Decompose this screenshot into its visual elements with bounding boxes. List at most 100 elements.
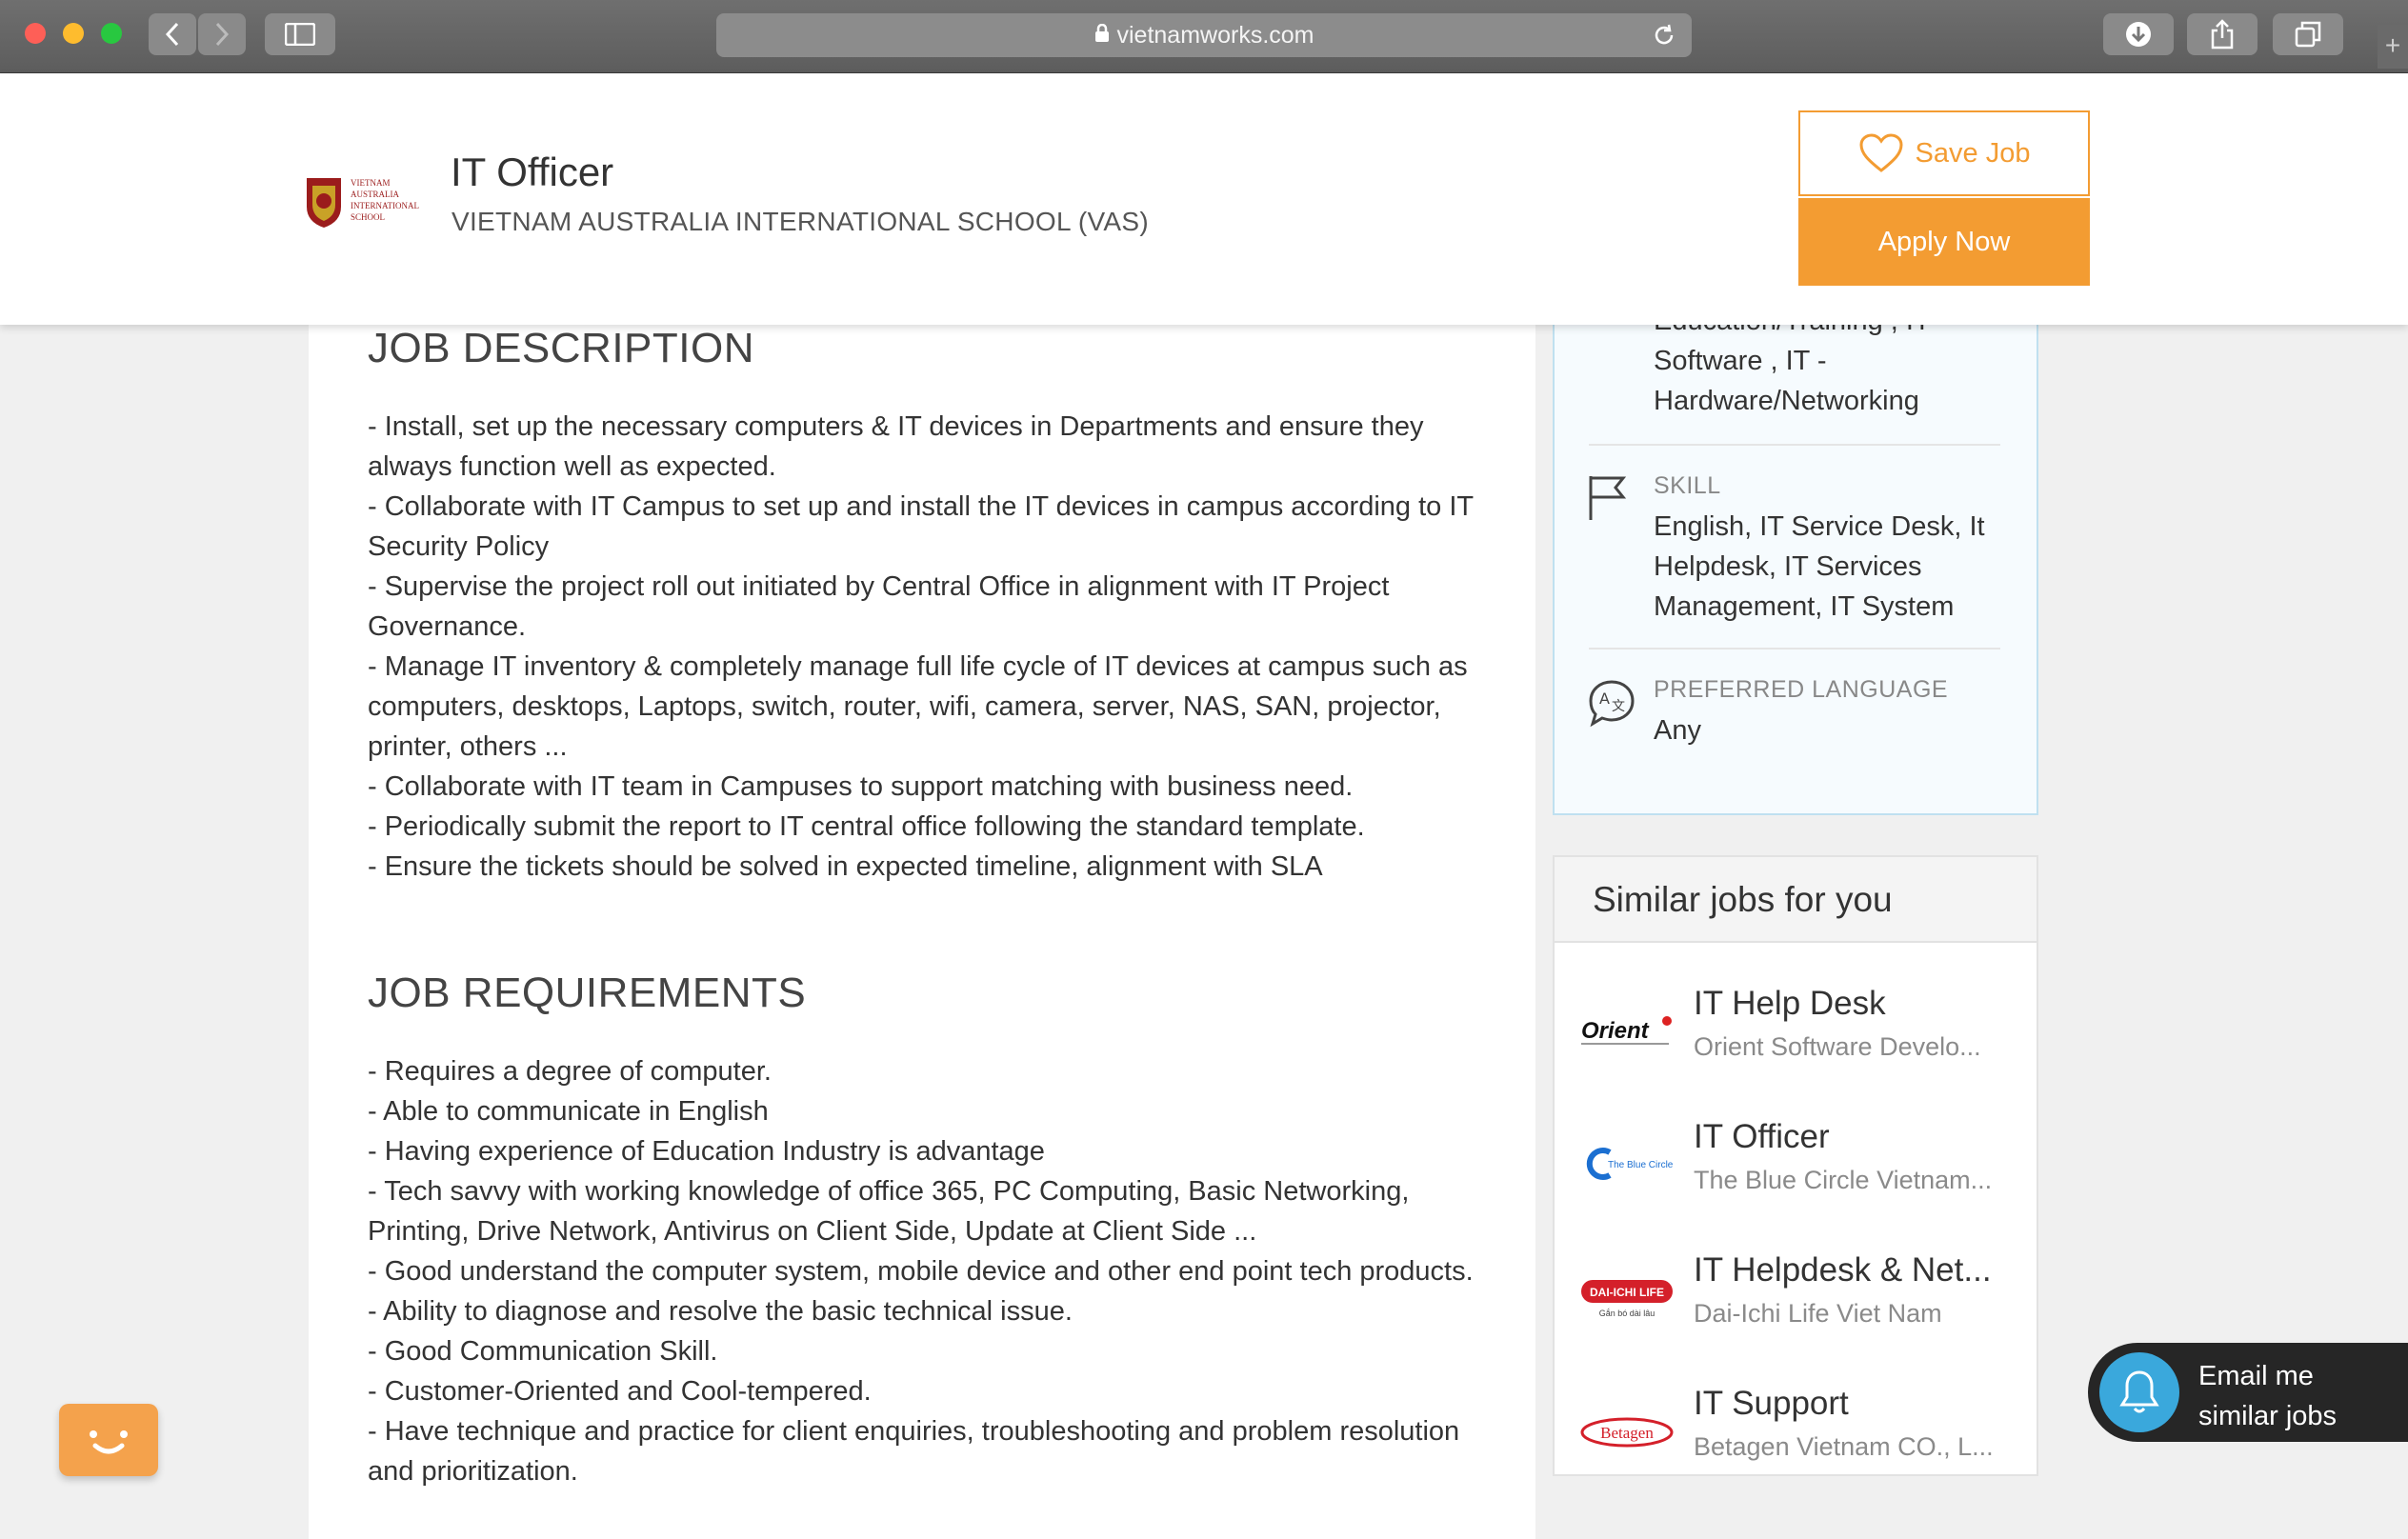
description-line: - Supervise the project roll out initiat… <box>368 571 1390 642</box>
similar-job-item[interactable]: DAI-ICHI LIFE Gắn bó dài lâu IT Helpdesk… <box>1555 1240 2037 1354</box>
share-icon <box>2211 19 2234 50</box>
new-tab-button[interactable]: + <box>2378 25 2408 69</box>
job-requirements-title: JOB REQUIREMENTS <box>368 969 807 1016</box>
job-description-title: JOB DESCRIPTION <box>368 325 754 371</box>
smiley-face-icon <box>90 1430 128 1454</box>
company-logo[interactable]: VIETNAM AUSTRALIA INTERNATIONAL SCHOOL <box>303 172 438 230</box>
svg-text:SCHOOL: SCHOOL <box>351 212 385 222</box>
fullscreen-window-button[interactable] <box>101 23 122 44</box>
description-line: - Ensure the tickets should be solved in… <box>368 851 1323 882</box>
svg-text:AUSTRALIA: AUSTRALIA <box>351 190 399 199</box>
requirement-line: - Good understand the computer system, m… <box>368 1256 1474 1287</box>
job-description-list: - Install, set up the necessary computer… <box>368 407 1492 887</box>
blue-circle-logo: The Blue Circle <box>1586 1148 1674 1180</box>
similar-job-title[interactable]: IT Officer <box>1694 1118 1830 1156</box>
svg-text:VIETNAM: VIETNAM <box>351 178 391 188</box>
sidebar-toggle-button[interactable] <box>265 13 335 55</box>
chevron-right-icon <box>215 22 230 47</box>
chevron-left-icon <box>165 22 179 47</box>
description-line: - Periodically submit the report to IT c… <box>368 811 1365 842</box>
betagen-logo: Betagen <box>1580 1417 1674 1448</box>
heart-icon <box>1859 133 1903 172</box>
tabs-icon <box>2295 21 2321 48</box>
tabs-overview-button[interactable] <box>2273 13 2343 55</box>
apply-now-button[interactable]: Apply Now <box>1798 198 2090 286</box>
job-header: VIETNAM AUSTRALIA INTERNATIONAL SCHOOL I… <box>0 73 2408 325</box>
requirement-line: - Have technique and practice for client… <box>368 1416 1460 1487</box>
industry-value-line: Software , IT - <box>1654 346 1827 376</box>
address-bar[interactable]: vietnamworks.com <box>716 13 1692 57</box>
similar-job-item[interactable]: Orient IT Help Desk Orient Software Deve… <box>1555 973 2037 1088</box>
requirement-line: - Ability to diagnose and resolve the ba… <box>368 1296 1073 1327</box>
similar-job-item[interactable]: The Blue Circle IT Officer The Blue Circ… <box>1555 1107 2037 1221</box>
similar-job-company: Betagen Vietnam CO., L... <box>1694 1432 1994 1461</box>
requirement-line: - Customer-Oriented and Cool-tempered. <box>368 1376 872 1407</box>
email-me-line: similar jobs <box>2198 1401 2338 1431</box>
description-line: - Install, set up the necessary computer… <box>368 411 1424 482</box>
description-line: - Manage IT inventory & completely manag… <box>368 651 1468 762</box>
forward-button[interactable] <box>198 13 246 55</box>
company-name[interactable]: VIETNAM AUSTRALIA INTERNATIONAL SCHOOL (… <box>452 207 1149 237</box>
similar-jobs-panel: Similar jobs for you Orient IT Help Desk… <box>1553 855 2038 1476</box>
divider <box>1589 648 2000 650</box>
similar-job-company: The Blue Circle Vietnam... <box>1694 1166 1993 1194</box>
similar-job-title[interactable]: IT Helpdesk & Net... <box>1694 1251 1992 1289</box>
download-icon <box>2126 22 2151 47</box>
similar-jobs-title: Similar jobs for you <box>1555 857 2037 943</box>
divider <box>1589 444 2000 446</box>
close-window-button[interactable] <box>25 23 46 44</box>
job-info-card: Education/Training , IT Software , IT - … <box>1553 276 2038 815</box>
svg-text:Orient: Orient <box>1581 1018 1650 1044</box>
preferred-language-label: PREFERRED LANGUAGE <box>1654 676 1949 703</box>
similar-job-company: Orient Software Develo... <box>1694 1032 1981 1061</box>
dai-ichi-life-logo: DAI-ICHI LIFE Gắn bó dài lâu <box>1581 1280 1673 1318</box>
back-button[interactable] <box>149 13 196 55</box>
description-line: - Collaborate with IT Campus to set up a… <box>368 491 1474 562</box>
bell-icon <box>2099 1352 2179 1432</box>
svg-text:Gắn bó dài lâu: Gắn bó dài lâu <box>1599 1309 1656 1318</box>
svg-text:The Blue Circle: The Blue Circle <box>1608 1160 1674 1170</box>
minimize-window-button[interactable] <box>63 23 84 44</box>
sidebar-icon <box>285 23 315 46</box>
lock-icon <box>1094 22 1110 50</box>
requirement-line: - Good Communication Skill. <box>368 1336 718 1367</box>
job-title: IT Officer <box>451 150 614 194</box>
save-job-button[interactable]: Save Job <box>1798 110 2090 196</box>
save-job-label: Save Job <box>1915 137 2031 169</box>
browser-toolbar: vietnamworks.com + <box>0 0 2408 73</box>
url-text: vietnamworks.com <box>1116 21 1314 49</box>
language-icon: A 文 <box>1589 680 1635 728</box>
email-me-similar-jobs-button[interactable]: Email me similar jobs <box>2088 1343 2408 1442</box>
requirement-line: - Requires a degree of computer. <box>368 1056 772 1087</box>
requirement-line: - Having experience of Education Industr… <box>368 1136 1045 1167</box>
reload-icon[interactable] <box>1652 23 1676 54</box>
skill-value-line: Management, IT System <box>1654 591 1955 622</box>
similar-job-item[interactable]: Betagen IT Support Betagen Vietnam CO., … <box>1555 1373 2037 1488</box>
industry-value-line: Hardware/Networking <box>1654 386 1919 416</box>
svg-text:A: A <box>1599 690 1610 708</box>
preferred-language-value: Any <box>1654 715 1701 746</box>
similar-job-company: Dai-Ichi Life Viet Nam <box>1694 1299 1942 1328</box>
svg-text:INTERNATIONAL: INTERNATIONAL <box>351 201 419 210</box>
job-requirements-list: - Requires a degree of computer. - Able … <box>368 1051 1492 1491</box>
requirement-line: - Tech savvy with working knowledge of o… <box>368 1176 1410 1247</box>
skill-label: SKILL <box>1654 472 1721 499</box>
skill-value-line: Helpdesk, IT Services <box>1654 551 1922 582</box>
skill-value-line: English, IT Service Desk, It <box>1654 511 1985 542</box>
svg-text:Betagen: Betagen <box>1600 1424 1654 1442</box>
chatbot-button[interactable] <box>59 1404 158 1476</box>
svg-text:DAI-ICHI LIFE: DAI-ICHI LIFE <box>1590 1286 1664 1299</box>
email-me-label: Email me similar jobs <box>2198 1356 2337 1436</box>
share-button[interactable] <box>2187 13 2258 55</box>
description-line: - Collaborate with IT team in Campuses t… <box>368 771 1354 802</box>
svg-text:文: 文 <box>1612 699 1625 714</box>
orient-logo: Orient <box>1581 1016 1672 1045</box>
requirement-line: - Able to communicate in English <box>368 1096 769 1127</box>
similar-job-title[interactable]: IT Help Desk <box>1694 985 1886 1023</box>
job-content: JOB DESCRIPTION - Install, set up the ne… <box>309 325 1535 1539</box>
downloads-button[interactable] <box>2103 13 2174 55</box>
email-me-line: Email me <box>2198 1361 2314 1391</box>
flag-icon <box>1589 476 1627 520</box>
apply-now-label: Apply Now <box>1877 226 2011 257</box>
similar-job-title[interactable]: IT Support <box>1694 1385 1849 1423</box>
